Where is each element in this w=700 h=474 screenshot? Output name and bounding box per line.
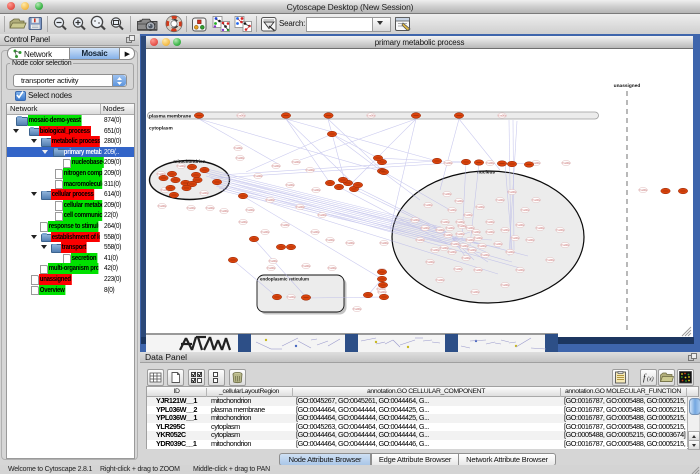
svg-text:Yxx00x: Yxx00x (318, 213, 327, 217)
svg-text:Yxx00x: Yxx00x (158, 204, 167, 208)
svg-text:Yxx00x: Yxx00x (494, 242, 503, 246)
svg-text:Yxx00x: Yxx00x (460, 244, 469, 248)
svg-text:Yxx00x: Yxx00x (416, 238, 425, 242)
svg-text:Yxx00x: Yxx00x (471, 290, 480, 294)
svg-text:plasma membrane: plasma membrane (149, 114, 191, 120)
svg-text:Yxx00x: Yxx00x (562, 161, 571, 165)
svg-text:Yxx00x: Yxx00x (440, 246, 449, 250)
svg-text:Yxx00x: Yxx00x (496, 198, 505, 202)
svg-text:Yxx00x: Yxx00x (472, 230, 481, 234)
svg-text:Yxx00x: Yxx00x (261, 230, 270, 234)
svg-text:Yxx00x: Yxx00x (521, 208, 530, 212)
svg-text:Yxx00x: Yxx00x (281, 223, 290, 227)
svg-text:Yxx00x: Yxx00x (426, 260, 435, 264)
svg-text:Yxx00x: Yxx00x (443, 192, 452, 196)
svg-text:Yxx00x: Yxx00x (474, 268, 483, 272)
svg-text:unassigned: unassigned (614, 83, 641, 89)
svg-text:Yxx00x: Yxx00x (454, 267, 463, 271)
svg-text:Yxx00x: Yxx00x (254, 174, 263, 178)
svg-text:Yxx00x: Yxx00x (311, 230, 320, 234)
svg-text:endoplasmic reticulum: endoplasmic reticulum (260, 277, 309, 282)
svg-text:Yxx00x: Yxx00x (444, 161, 453, 165)
svg-text:Yxx00x: Yxx00x (476, 205, 485, 209)
svg-text:Yxx00x: Yxx00x (220, 209, 229, 213)
svg-text:Yxx00x: Yxx00x (466, 226, 475, 230)
svg-text:Yxx00x: Yxx00x (424, 203, 433, 207)
svg-text:Yxx00x: Yxx00x (421, 226, 430, 230)
svg-text:Yxx00x: Yxx00x (506, 250, 515, 254)
svg-text:Yxx00x: Yxx00x (481, 253, 490, 257)
svg-text:Yxx00x: Yxx00x (486, 220, 495, 224)
svg-text:Yxx00x: Yxx00x (302, 264, 311, 268)
svg-text:Yxx00x: Yxx00x (237, 114, 246, 118)
svg-text:Yxx00x: Yxx00x (246, 208, 255, 212)
svg-text:Yxx00x: Yxx00x (380, 241, 389, 245)
svg-text:Yxx00x: Yxx00x (269, 259, 278, 263)
svg-text:Yxx00x: Yxx00x (556, 228, 565, 232)
svg-text:Yxx00x: Yxx00x (267, 266, 276, 270)
svg-text:Yxx00x: Yxx00x (436, 278, 445, 282)
svg-text:Yxx00x: Yxx00x (328, 266, 337, 270)
svg-text:Yxx00x: Yxx00x (448, 208, 457, 212)
svg-text:Yxx00x: Yxx00x (378, 290, 387, 294)
svg-text:Yxx00x: Yxx00x (448, 250, 457, 254)
svg-text:Yxx00x: Yxx00x (561, 243, 570, 247)
svg-text:Yxx00x: Yxx00x (236, 156, 245, 160)
svg-text:Yxx00x: Yxx00x (187, 206, 196, 210)
svg-text:Yxx00x: Yxx00x (516, 223, 525, 227)
svg-text:Yxx00x: Yxx00x (353, 307, 362, 311)
svg-text:Yxx00x: Yxx00x (287, 295, 296, 299)
svg-text:Yxx00x: Yxx00x (536, 226, 545, 230)
svg-text:Yxx00x: Yxx00x (546, 258, 555, 262)
svg-text:Yxx00x: Yxx00x (296, 205, 305, 209)
svg-text:Yxx00x: Yxx00x (468, 248, 477, 252)
svg-text:Yxx00x: Yxx00x (431, 248, 440, 252)
svg-text:mitochondrion: mitochondrion (173, 159, 205, 164)
svg-text:Yxx00x: Yxx00x (266, 198, 275, 202)
svg-text:Yxx00x: Yxx00x (441, 220, 450, 224)
svg-text:Yxx00x: Yxx00x (456, 220, 465, 224)
svg-text:Yxx00x: Yxx00x (486, 230, 495, 234)
svg-text:Yxx00x: Yxx00x (532, 198, 541, 202)
svg-text:Yxx00x: Yxx00x (508, 190, 517, 194)
svg-text:Yxx00x: Yxx00x (511, 236, 520, 240)
svg-text:Yxx00x: Yxx00x (239, 220, 248, 224)
svg-text:Yxx00x: Yxx00x (367, 114, 376, 118)
svg-text:Yxx00x: Yxx00x (478, 244, 487, 248)
svg-text:Yxx00x: Yxx00x (462, 256, 471, 260)
svg-text:Yxx00x: Yxx00x (292, 160, 301, 164)
svg-text:Yxx00x: Yxx00x (177, 164, 186, 168)
svg-text:Yxx00x: Yxx00x (501, 228, 510, 232)
svg-text:Yxx00x: Yxx00x (498, 114, 507, 118)
svg-text:Yxx00x: Yxx00x (446, 226, 455, 230)
svg-text:Yxx00x: Yxx00x (464, 213, 473, 217)
svg-text:Yxx00x: Yxx00x (234, 146, 243, 150)
svg-text:Yxx00x: Yxx00x (444, 233, 453, 237)
svg-text:Yxx00x: Yxx00x (455, 199, 464, 203)
svg-text:Yxx00x: Yxx00x (272, 164, 281, 168)
svg-text:Yxx00x: Yxx00x (516, 268, 525, 272)
svg-text:Yxx00x: Yxx00x (501, 283, 510, 287)
svg-text:cytoplasm: cytoplasm (149, 126, 173, 132)
svg-text:Yxx00x: Yxx00x (451, 242, 460, 246)
svg-text:Yxx00x: Yxx00x (411, 218, 420, 222)
svg-text:Yxx00x: Yxx00x (639, 188, 648, 192)
svg-text:Yxx00x: Yxx00x (346, 241, 355, 245)
svg-text:Yxx00x: Yxx00x (474, 236, 483, 240)
svg-text:Yxx00x: Yxx00x (456, 232, 465, 236)
svg-text:Yxx00x: Yxx00x (206, 206, 215, 210)
svg-text:Yxx00x: Yxx00x (200, 191, 209, 195)
svg-text:Yxx00x: Yxx00x (306, 168, 315, 172)
svg-text:(x): (x) (647, 376, 654, 383)
svg-text:Yxx00x: Yxx00x (436, 228, 445, 232)
svg-text:Yxx00x: Yxx00x (486, 161, 495, 165)
svg-text:Yxx00x: Yxx00x (286, 183, 295, 187)
svg-text:Yxx00x: Yxx00x (526, 238, 535, 242)
svg-text:nucleus: nucleus (477, 170, 495, 176)
svg-text:Yxx00x: Yxx00x (312, 188, 321, 192)
svg-text:Yxx00x: Yxx00x (326, 238, 335, 242)
